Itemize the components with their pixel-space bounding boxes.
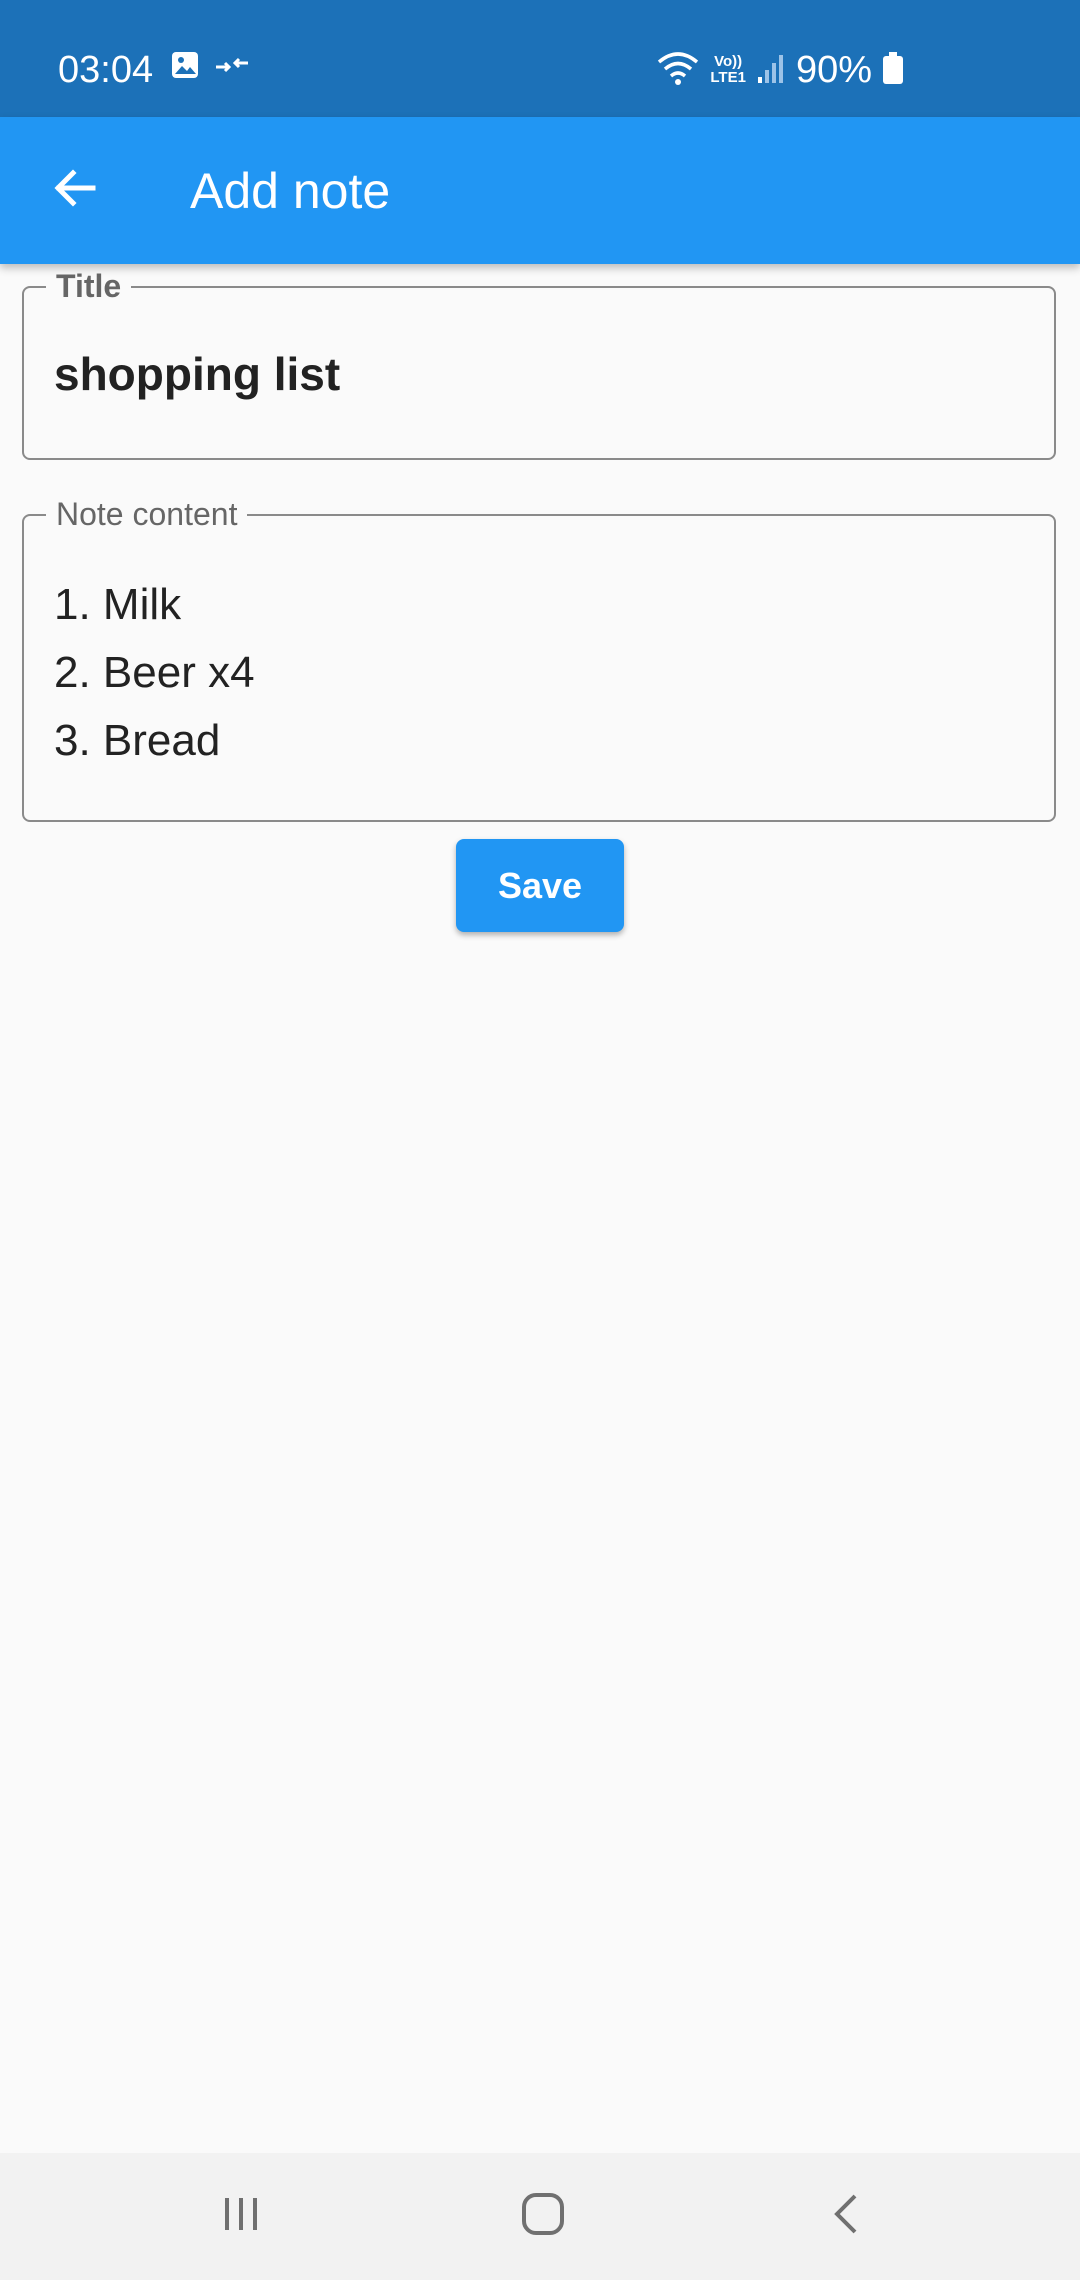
notification-icons — [170, 50, 250, 85]
note-content-label: Note content — [46, 496, 248, 532]
wifi-icon — [656, 50, 700, 91]
arrow-left-icon — [51, 164, 99, 217]
note-line: 1. Milk — [54, 580, 182, 629]
network-type: Vo)) LTE1 — [710, 54, 746, 86]
page-title: Add note — [190, 163, 391, 219]
lte-label: LTE1 — [710, 69, 746, 86]
data-transfer-icon — [214, 53, 250, 82]
volte-label: Vo)) — [714, 53, 743, 70]
battery-icon — [882, 51, 904, 90]
back-button[interactable] — [40, 155, 110, 225]
home-icon — [519, 2190, 567, 2243]
status-bar: 03:04 Vo)) LTE1 90% — [0, 0, 1080, 117]
home-button[interactable] — [508, 2181, 578, 2251]
image-icon — [170, 50, 200, 85]
signal-icon — [756, 51, 786, 90]
title-field-label: Title — [46, 268, 132, 304]
note-line: 3. Bread — [54, 716, 221, 765]
recent-apps-icon — [219, 2192, 263, 2241]
save-button[interactable]: Save — [456, 839, 624, 932]
title-field[interactable]: Title shopping list — [22, 268, 1056, 460]
note-line: 2. Beer x4 — [54, 648, 255, 697]
back-icon — [825, 2192, 869, 2241]
note-content-value[interactable]: 1. Milk 2. Beer x4 3. Bread — [54, 571, 255, 775]
nav-back-button[interactable] — [812, 2181, 882, 2251]
recent-apps-button[interactable] — [206, 2181, 276, 2251]
note-content-field[interactable]: Note content 1. Milk 2. Beer x4 3. Bread — [22, 496, 1056, 822]
system-nav-bar — [0, 2153, 1080, 2280]
status-right: Vo)) LTE1 90% — [656, 46, 904, 94]
status-time: 03:04 — [58, 49, 154, 91]
app-bar: Add note — [0, 117, 1080, 264]
battery-percent: 90% — [795, 49, 872, 91]
title-input-value[interactable]: shopping list — [54, 346, 340, 402]
